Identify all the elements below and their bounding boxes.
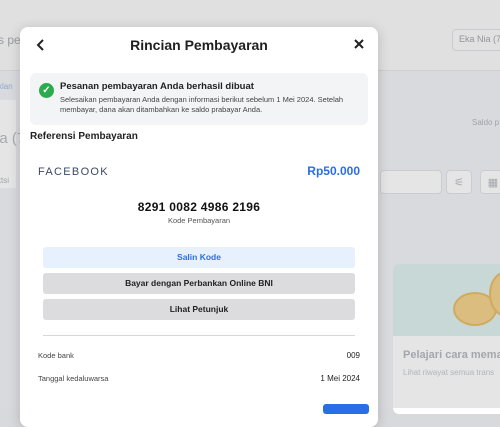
payment-amount: Rp50.000 <box>307 164 360 178</box>
payment-code-label: Kode Pembayaran <box>167 216 231 225</box>
payment-details-modal: Rincian Pembayaran ✓ Pesanan pembayaran … <box>20 27 378 427</box>
modal-title: Rincian Pembayaran <box>130 37 268 53</box>
merchant-name: FACEBOOK <box>38 166 109 178</box>
divider <box>43 335 355 336</box>
bank-code-value: 009 <box>346 351 360 360</box>
alert-text: Selesaikan pembayaran Anda dengan inform… <box>60 95 344 114</box>
pay-online-banking-button[interactable]: Bayar dengan Perbankan Online BNI <box>43 273 355 294</box>
expiry-date-label: Tanggal kedaluwarsa <box>38 374 109 383</box>
expiry-date-value: 1 Mei 2024 <box>320 374 360 383</box>
bank-code-label: Kode bank <box>38 351 74 360</box>
check-circle-icon: ✓ <box>39 83 54 98</box>
success-alert: ✓ Pesanan pembayaran Anda berhasil dibua… <box>30 73 368 125</box>
copy-code-button[interactable]: Salin Kode <box>43 247 355 268</box>
close-icon[interactable] <box>352 35 366 55</box>
section-title: Referensi Pembayaran <box>30 131 138 142</box>
view-instructions-button[interactable]: Lihat Petunjuk <box>43 299 355 320</box>
alert-title: Pesanan pembayaran Anda berhasil dibuat <box>60 81 254 92</box>
payment-code: 8291 0082 4986 2196 <box>137 200 261 214</box>
primary-action-button[interactable] <box>323 404 369 414</box>
